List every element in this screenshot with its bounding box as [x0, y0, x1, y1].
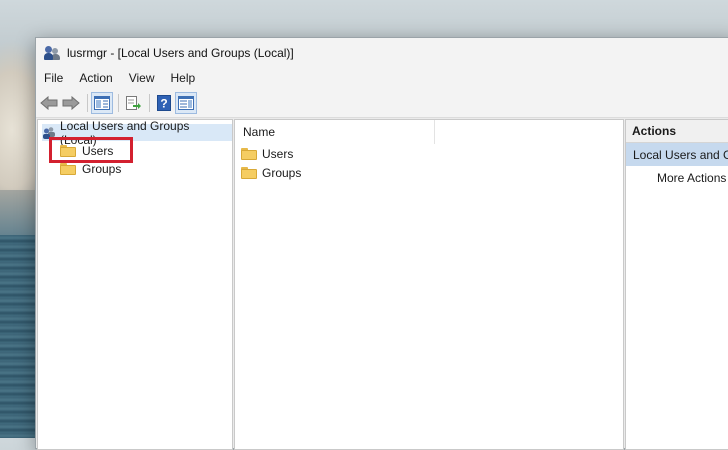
help-icon[interactable]: ? — [154, 93, 174, 113]
folder-icon — [241, 166, 257, 179]
menu-bar: File Action View Help — [36, 68, 728, 89]
more-actions-link[interactable]: More Actions — [657, 171, 726, 185]
list-item-label: Users — [262, 146, 294, 161]
svg-text:?: ? — [160, 97, 167, 111]
menu-help[interactable]: Help — [163, 68, 204, 89]
users-highlight-annotation — [49, 137, 133, 163]
results-pane: Name Users Groups — [234, 119, 624, 450]
back-arrow-icon[interactable] — [39, 93, 59, 113]
show-hide-action-pane-icon[interactable] — [175, 92, 197, 114]
export-list-icon[interactable] — [123, 93, 143, 113]
mmc-window: lusrmgr - [Local Users and Groups (Local… — [35, 37, 728, 450]
tree-item-label: Groups — [82, 161, 122, 176]
folder-icon — [241, 147, 257, 160]
menu-action[interactable]: Action — [71, 68, 120, 89]
list-item-label: Groups — [262, 165, 302, 180]
name-column-header[interactable]: Name — [235, 120, 435, 144]
list-item-groups[interactable]: Groups — [241, 164, 301, 181]
list-item-users[interactable]: Users — [241, 145, 293, 162]
menu-view[interactable]: View — [121, 68, 163, 89]
actions-header: Actions — [626, 120, 728, 143]
window-title: lusrmgr - [Local Users and Groups (Local… — [67, 46, 294, 60]
toolbar-separator — [118, 94, 119, 112]
column-label: Name — [243, 125, 276, 139]
console-tree-pane: Local Users and Groups (Local) Users Gro… — [37, 119, 233, 450]
toolbar-separator — [149, 94, 150, 112]
actions-section-local-users-and-groups[interactable]: Local Users and Groups (Local) — [626, 143, 728, 166]
users-app-icon — [44, 45, 60, 61]
title-bar[interactable]: lusrmgr - [Local Users and Groups (Local… — [36, 38, 728, 68]
show-hide-console-tree-icon[interactable] — [91, 92, 113, 114]
actions-pane: Actions Local Users and Groups (Local) M… — [625, 119, 728, 450]
desktop-sea — [0, 235, 40, 438]
folder-icon — [60, 162, 76, 175]
forward-arrow-icon[interactable] — [61, 93, 81, 113]
toolbar-separator — [87, 94, 88, 112]
toolbar: ? — [36, 89, 728, 118]
mmc-content: Local Users and Groups (Local) Users Gro… — [36, 118, 728, 450]
menu-file[interactable]: File — [36, 68, 71, 89]
